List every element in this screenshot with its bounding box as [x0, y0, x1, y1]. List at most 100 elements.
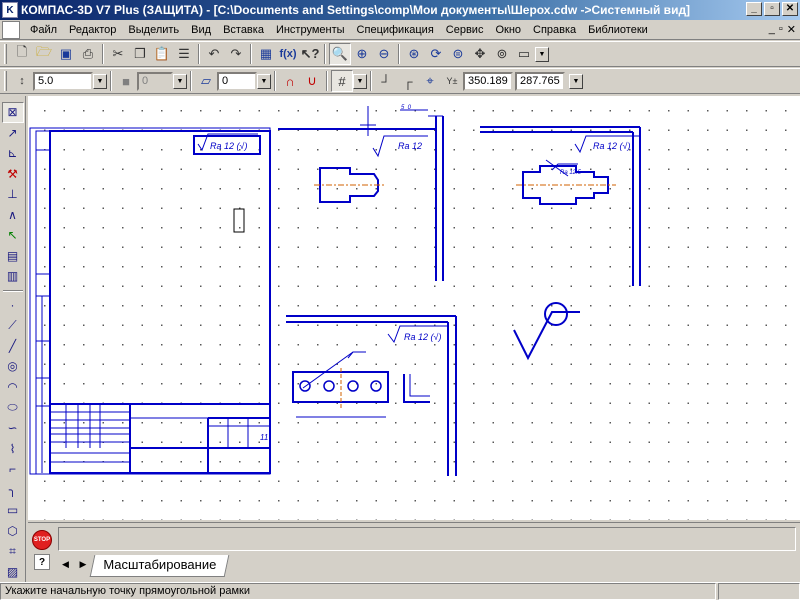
new-document-icon[interactable]: 🗋 — [11, 43, 33, 65]
zoom-out-icon[interactable]: ⊖ — [373, 43, 395, 65]
redo-icon[interactable]: ↷ — [225, 43, 247, 65]
dimension-label-top: 5_0 — [401, 105, 412, 111]
coords-icon[interactable]: Y± — [441, 70, 463, 92]
snap-magnet-icon[interactable]: ∩ — [279, 70, 301, 92]
rectangle-tool-icon[interactable]: ▭ — [2, 500, 24, 521]
document-icon[interactable] — [2, 20, 20, 39]
help-icon[interactable]: ? — [34, 554, 50, 570]
menu-window[interactable]: Окно — [489, 24, 527, 36]
toolbar-grip-2[interactable] — [4, 71, 7, 91]
step-icon[interactable]: ↕ — [11, 70, 33, 92]
menu-view[interactable]: Вид — [185, 24, 217, 36]
doc-minimize-button[interactable]: _ — [769, 23, 775, 36]
zoom-scale-icon[interactable]: ⊜ — [447, 43, 469, 65]
dimensions-panel-icon[interactable]: ↗ — [2, 123, 24, 144]
save-icon[interactable]: ▣ — [55, 43, 77, 65]
property-panel: STOP ? ◀ ▶ Масштабирование — [28, 522, 800, 578]
measure-panel-icon[interactable]: ∧ — [2, 205, 24, 226]
pan-icon[interactable]: ✥ — [469, 43, 491, 65]
layer-field[interactable]: 0 — [217, 71, 257, 91]
orthogonal-icon[interactable]: ┘ — [375, 70, 397, 92]
step-field[interactable]: 5.0 — [33, 71, 93, 91]
cursor-icon[interactable]: ⌖ — [419, 70, 441, 92]
open-folder-icon[interactable]: 🗁 — [33, 43, 55, 65]
toolbar-grip[interactable] — [4, 44, 7, 64]
kompas-app-icon[interactable]: K — [2, 2, 18, 18]
monitor-icon[interactable]: ▭ — [513, 43, 535, 65]
fillet-tool-icon[interactable]: ╮ — [2, 479, 24, 500]
zoom-frame-icon[interactable]: 🔍 — [329, 43, 351, 65]
dynamic-zoom-icon[interactable]: ⊚ — [491, 43, 513, 65]
point-tool-icon[interactable]: · — [2, 295, 24, 316]
function-icon[interactable]: f(x) — [277, 43, 299, 65]
menu-select[interactable]: Выделить — [122, 24, 185, 36]
minimize-button[interactable]: _ — [746, 2, 762, 16]
menu-specification[interactable]: Спецификация — [351, 24, 440, 36]
coord-y-field[interactable]: 287.765 — [515, 71, 565, 91]
copy-icon[interactable]: ❐ — [129, 43, 151, 65]
tab-scaling[interactable]: Масштабирование — [89, 555, 230, 577]
drawing-canvas[interactable]: Ra 12 (√) Ra 12 Ra 12 (√) Ra 12 (√) Ra 1… — [28, 96, 800, 520]
undo-icon[interactable]: ↶ — [203, 43, 225, 65]
arc-tool-icon[interactable]: ◠ — [2, 377, 24, 398]
select-panel-icon[interactable]: ↖ — [2, 225, 24, 246]
menu-insert[interactable]: Вставка — [217, 24, 270, 36]
context-help-icon[interactable]: ↖? — [299, 43, 321, 65]
grid-icon[interactable]: # — [331, 70, 353, 92]
sheet-inner-frame — [49, 130, 271, 474]
maximize-button[interactable]: ▫ — [764, 2, 780, 16]
menu-service[interactable]: Сервис — [440, 24, 490, 36]
layer-state-icon[interactable]: ■ — [115, 70, 137, 92]
zoom-in-icon[interactable]: ⊕ — [351, 43, 373, 65]
tab-scroll-right-icon[interactable]: ▶ — [79, 559, 90, 569]
geometry-panel-icon[interactable]: ⊠ — [1, 102, 24, 123]
layer-dropdown-icon[interactable]: ▼ — [257, 73, 271, 89]
tab-scroll-left-icon[interactable]: ◀ — [62, 559, 73, 569]
toolbar-more-icon[interactable]: ▼ — [535, 46, 549, 62]
toolbar2-more-icon[interactable]: ▼ — [569, 73, 583, 89]
step-dropdown-icon[interactable]: ▼ — [93, 73, 107, 89]
associative-views-icon[interactable]: ▤ — [2, 246, 24, 267]
tab-scaling-label: Масштабирование — [103, 557, 217, 572]
zoom-all-icon[interactable]: ⊛ — [403, 43, 425, 65]
ellipse-tool-icon[interactable]: ⬭ — [2, 397, 24, 418]
stamp-sheet-number: 11 — [260, 433, 268, 442]
coord-x-field[interactable]: 350.189 — [463, 71, 513, 91]
standard-toolbar: 🗋 🗁 ▣ ⎙ ✂ ❐ 📋 ☰ ↶ ↷ ▦ f(x) ↖? 🔍 ⊕ ⊖ ⊛ ⟳ … — [0, 41, 800, 67]
menu-libraries[interactable]: Библиотеки — [582, 24, 654, 36]
doc-restore-button[interactable]: ▫ — [779, 23, 783, 36]
menu-tools[interactable]: Инструменты — [270, 24, 351, 36]
local-snap-icon[interactable]: ∪ — [301, 70, 323, 92]
paste-icon[interactable]: 📋 — [151, 43, 173, 65]
refresh-icon[interactable]: ⟳ — [425, 43, 447, 65]
stop-command-icon[interactable]: STOP — [32, 530, 52, 550]
menu-help[interactable]: Справка — [527, 24, 582, 36]
close-button[interactable]: ✕ — [782, 2, 798, 16]
chamfer-tool-icon[interactable]: ⌐ — [2, 459, 24, 480]
menu-editor[interactable]: Редактор — [63, 24, 122, 36]
spline-tool-icon[interactable]: ∽ — [2, 418, 24, 439]
polygon-tool-icon[interactable]: ⬡ — [2, 520, 24, 541]
grid-dropdown-icon[interactable]: ▼ — [353, 73, 367, 89]
layers-icon[interactable]: ▱ — [195, 70, 217, 92]
doc-close-button[interactable]: ✕ — [787, 23, 796, 36]
properties-icon[interactable]: ☰ — [173, 43, 195, 65]
designations-panel-icon[interactable]: ⊾ — [2, 143, 24, 164]
calculator-icon[interactable]: ▦ — [255, 43, 277, 65]
menu-file[interactable]: Файл — [24, 24, 63, 36]
circle-tool-icon[interactable]: ◎ — [2, 356, 24, 377]
title-bar[interactable]: K КОМПАС-3D V7 Plus (ЗАЩИТА) - [C:\Docum… — [0, 0, 800, 20]
aux-line-tool-icon[interactable]: ⟋ — [2, 315, 24, 336]
polyline-tool-icon[interactable]: ⌇ — [2, 438, 24, 459]
spec-panel-icon[interactable]: ▥ — [2, 266, 24, 287]
contour-tool-icon[interactable]: ⌗ — [2, 541, 24, 562]
property-input-area[interactable] — [58, 527, 796, 551]
parametrize-panel-icon[interactable]: ⊥ — [2, 184, 24, 205]
cut-icon[interactable]: ✂ — [107, 43, 129, 65]
edit-panel-icon[interactable]: ⚒ — [2, 164, 24, 185]
hatch-tool-icon[interactable]: ▨ — [2, 561, 24, 582]
segment-tool-icon[interactable]: ╱ — [2, 336, 24, 357]
local-cs-icon[interactable]: ┌ — [397, 70, 419, 92]
print-icon[interactable]: ⎙ — [77, 43, 99, 65]
roughness-label-sheet: Ra 12 (√) — [210, 141, 247, 151]
